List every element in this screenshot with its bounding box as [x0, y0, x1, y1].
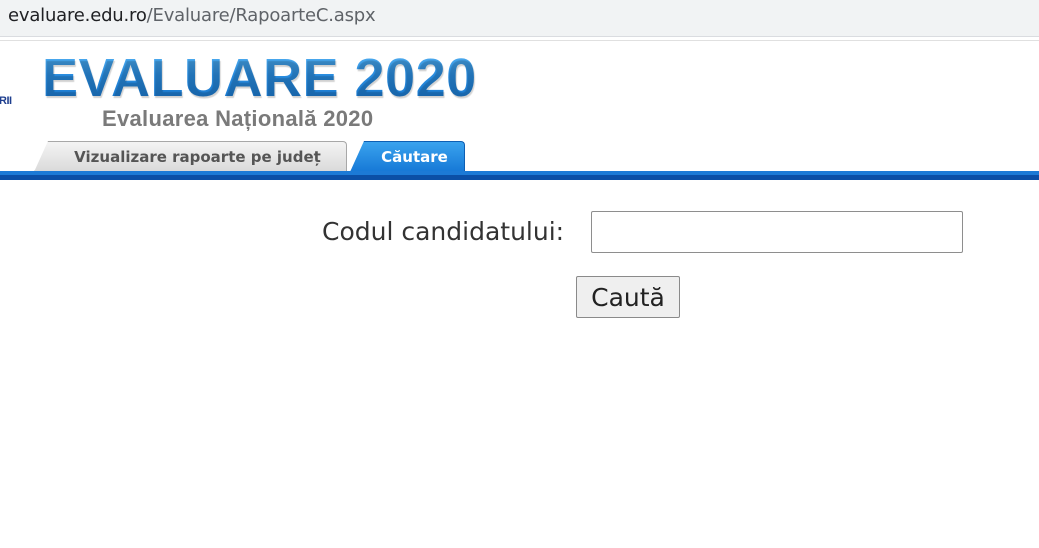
- url-host: evaluare.edu.ro: [8, 5, 147, 26]
- tab-search[interactable]: Căutare: [350, 141, 465, 172]
- candidate-code-label: Codul candidatului:: [322, 217, 565, 246]
- ministry-logo-fragment: RII: [0, 95, 12, 107]
- candidate-code-input[interactable]: [591, 211, 963, 253]
- address-url[interactable]: evaluare.edu.ro/Evaluare/RapoarteC.aspx: [8, 5, 376, 26]
- site-subtitle: Evaluarea Națională 2020: [102, 106, 374, 131]
- url-path: /Evaluare/RapoarteC.aspx: [146, 5, 376, 26]
- search-button[interactable]: Caută: [576, 276, 680, 318]
- tab-bar-underline: [0, 175, 1039, 180]
- browser-address-bar[interactable]: evaluare.edu.ro/Evaluare/RapoarteC.aspx: [0, 0, 1039, 37]
- tab-county-reports[interactable]: Vizualizare rapoarte pe județ: [34, 141, 347, 172]
- toolbar-divider: [0, 40, 1039, 41]
- site-title: EVALUARE 2020: [42, 48, 477, 108]
